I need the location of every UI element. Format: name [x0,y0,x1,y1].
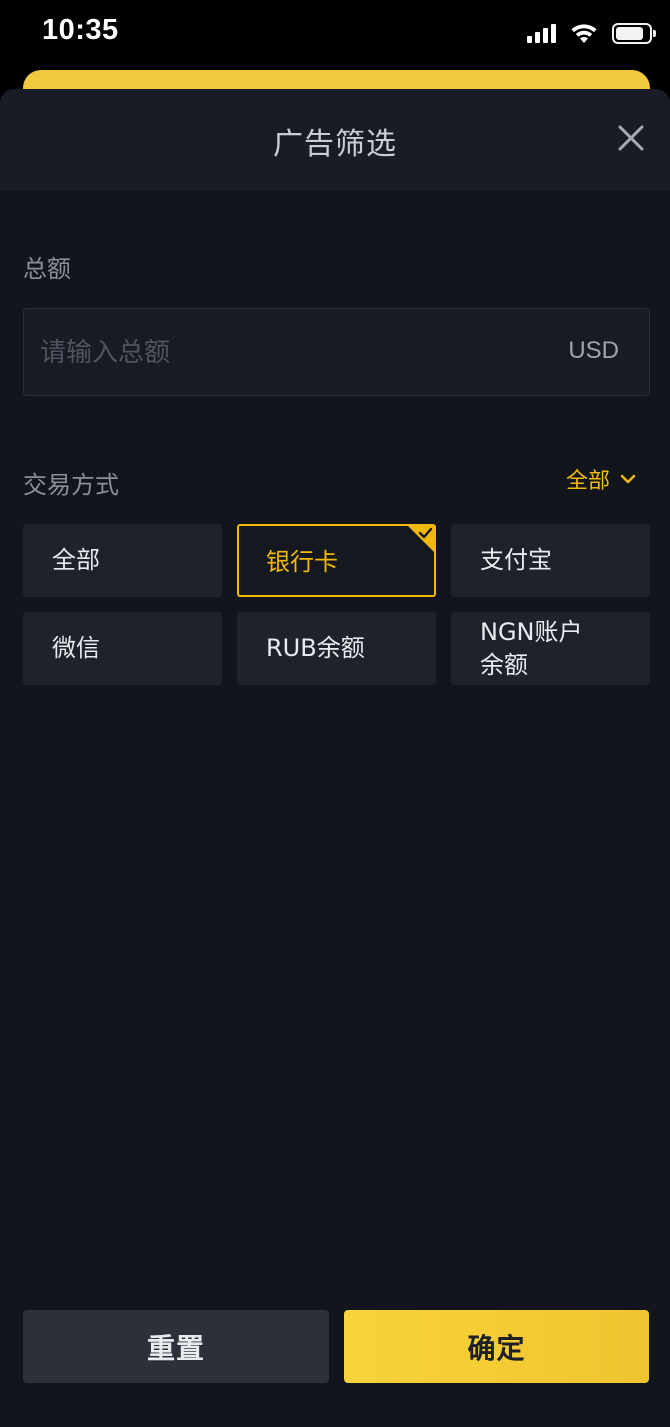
filter-sheet: 广告筛选 总额 USD 交易方式 全部 全部 银行卡 [0,89,670,1427]
method-chip-ngn-balance[interactable]: NGN账户 余额 [451,612,650,685]
cellular-signal-icon [527,23,556,43]
sheet-header: 广告筛选 [0,89,670,191]
filter-screen: 10:35 广告筛选 总额 请输入总额 USD 交易方式 全部 全部 银行卡 支… [0,0,670,1427]
battery-icon [612,22,656,44]
method-chip-label: 微信 [52,634,100,663]
battery-level [616,26,643,40]
chevron-down-icon [620,474,636,484]
status-time: 10:35 [42,14,119,46]
method-chip-wechat[interactable]: 微信 [23,612,222,685]
amount-unit: USD [568,337,619,364]
status-bar: 10:35 [0,0,670,66]
method-chip-label: NGN账户 余额 [480,618,583,679]
method-chip-alipay[interactable]: 支付宝 [451,524,650,597]
method-chip-label: 银行卡 [266,548,338,577]
payment-filter-dropdown[interactable]: 全部 [566,463,636,495]
method-chip-label: RUB余额 [266,634,365,663]
payment-filter-label: 全部 [565,469,610,494]
selected-check-icon [408,526,434,552]
confirm-button[interactable]: 确定 [344,1310,649,1383]
amount-label: 总额 [23,255,71,283]
payment-method-label: 交易方式 [23,471,119,499]
reset-button[interactable]: 重置 [23,1310,329,1383]
method-chip-all[interactable]: 全部 [23,524,222,597]
method-chip-bank-card[interactable]: 银行卡 [237,524,436,597]
method-chip-label: 支付宝 [480,546,552,575]
amount-input[interactable] [38,309,522,396]
sheet-title: 广告筛选 [273,127,397,162]
amount-field: USD [23,308,650,396]
close-icon[interactable] [614,121,648,155]
method-chip-rub-balance[interactable]: RUB余额 [237,612,436,685]
method-chip-label: 全部 [52,546,100,575]
status-icons [527,20,656,46]
wifi-icon [571,24,597,43]
